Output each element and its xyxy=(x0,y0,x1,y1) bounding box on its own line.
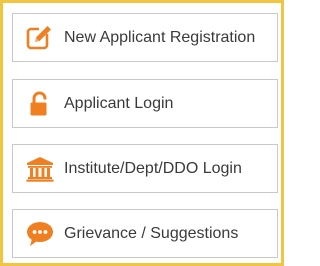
menu-panel: New Applicant Registration Applicant Log… xyxy=(0,0,284,266)
chat-bubble-icon xyxy=(25,219,55,249)
institution-icon xyxy=(25,154,55,184)
applicant-login-button[interactable]: Applicant Login xyxy=(12,79,278,128)
unlock-icon xyxy=(25,89,55,119)
grievance-suggestions-button[interactable]: Grievance / Suggestions xyxy=(12,209,278,258)
edit-icon xyxy=(25,23,55,53)
menu-item-label: Grievance / Suggestions xyxy=(64,224,239,242)
menu-item-label: Applicant Login xyxy=(64,94,174,112)
new-applicant-registration-button[interactable]: New Applicant Registration xyxy=(12,13,278,62)
menu-item-label: Institute/Dept/DDO Login xyxy=(64,159,242,177)
institute-dept-ddo-login-button[interactable]: Institute/Dept/DDO Login xyxy=(12,144,278,193)
menu-item-label: New Applicant Registration xyxy=(64,28,256,46)
